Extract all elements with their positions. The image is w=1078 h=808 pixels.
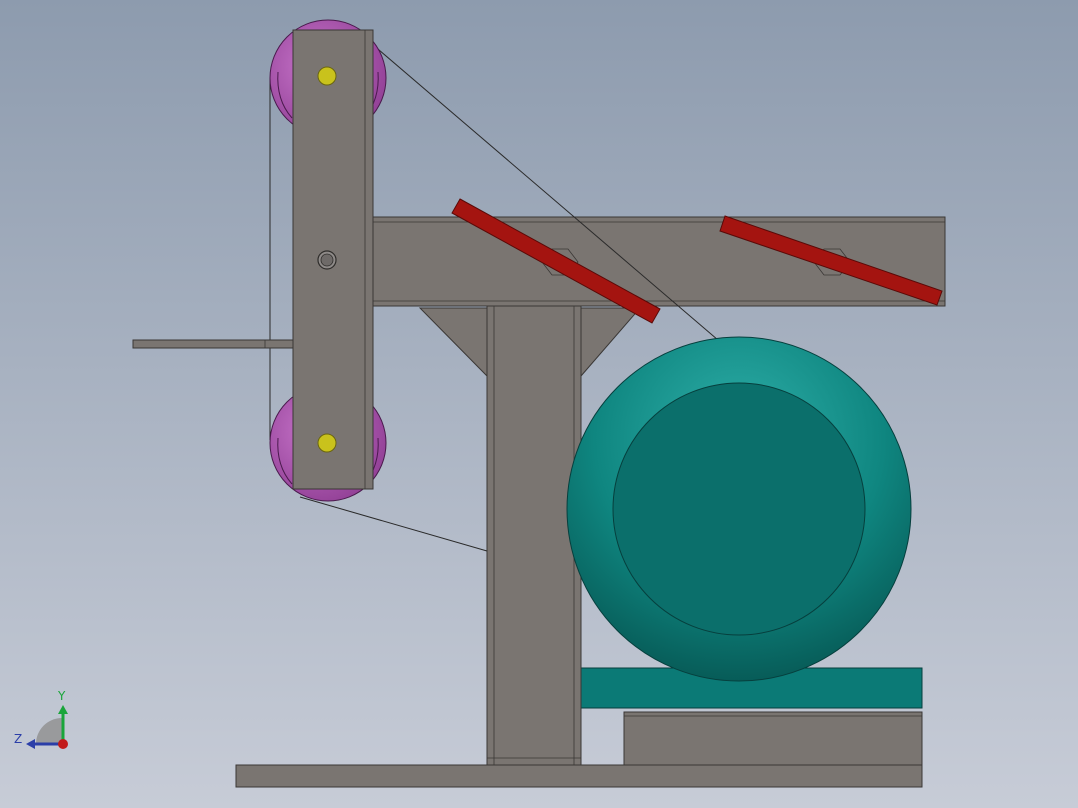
pivot-hole-inner [320,253,334,267]
triad-z-label: Z [14,732,22,746]
vertical-column[interactable] [486,305,582,766]
triad-x-axis [58,739,68,749]
motor-face[interactable] [612,382,866,636]
triad-y-label: Y [57,689,66,703]
belt-grinder-model-view[interactable]: Y Z [0,0,1078,808]
top-pulley-bolt[interactable] [317,66,337,86]
bottom-pulley-bolt[interactable] [317,433,337,453]
cad-graphics-area[interactable]: Y Z [0,0,1078,808]
horizontal-arm[interactable] [371,216,946,307]
base-plate[interactable] [235,764,923,788]
tension-rod[interactable] [132,339,294,349]
motor-mount-block[interactable] [623,711,923,766]
